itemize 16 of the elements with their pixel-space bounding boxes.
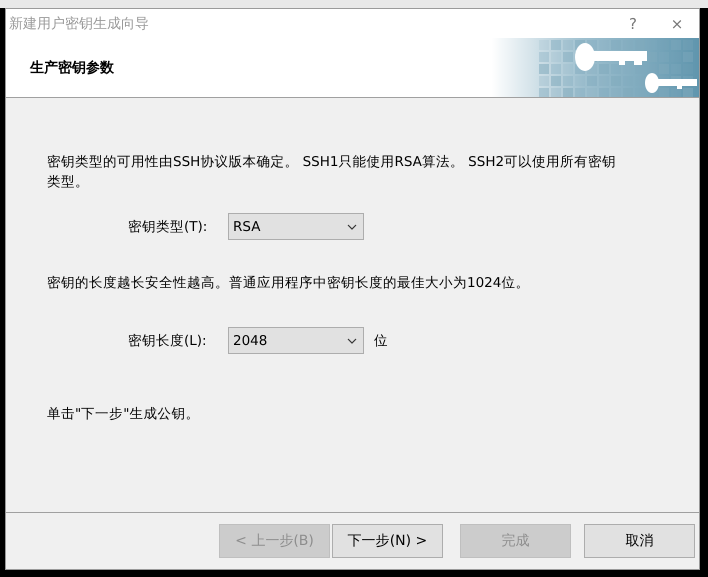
wizard-button[interactable]: 取消 <box>584 524 695 558</box>
unit-label: 位 <box>374 332 388 350</box>
hint-text: 单击"下一步"生成公钥。 <box>47 405 200 424</box>
length-note: 密钥的长度越长安全性越高。普通应用程序中密钥长度的最佳大小为1024位。 <box>47 274 530 293</box>
intro-text: 密钥类型的可用性由SSH协议版本确定。 SSH1只能使用RSA算法。 SSH2可以使用所有密钥类型。 <box>47 153 618 192</box>
help-button[interactable]: ? <box>611 14 655 32</box>
dropdown[interactable]: RSA <box>228 213 364 240</box>
close-button[interactable]: × <box>655 14 699 32</box>
field-label: 密钥类型(T): <box>128 218 208 236</box>
caret-icon <box>347 224 357 230</box>
page-title: 生产密钥参数 <box>28 58 115 76</box>
wizard-button[interactable]: 下一步(N) > <box>332 524 443 558</box>
window-title: 新建用户密钥生成向导 <box>9 14 150 32</box>
caret-icon <box>347 338 357 344</box>
field-label: 密钥长度(L): <box>128 332 208 350</box>
dropdown[interactable]: 2048 <box>228 327 364 354</box>
